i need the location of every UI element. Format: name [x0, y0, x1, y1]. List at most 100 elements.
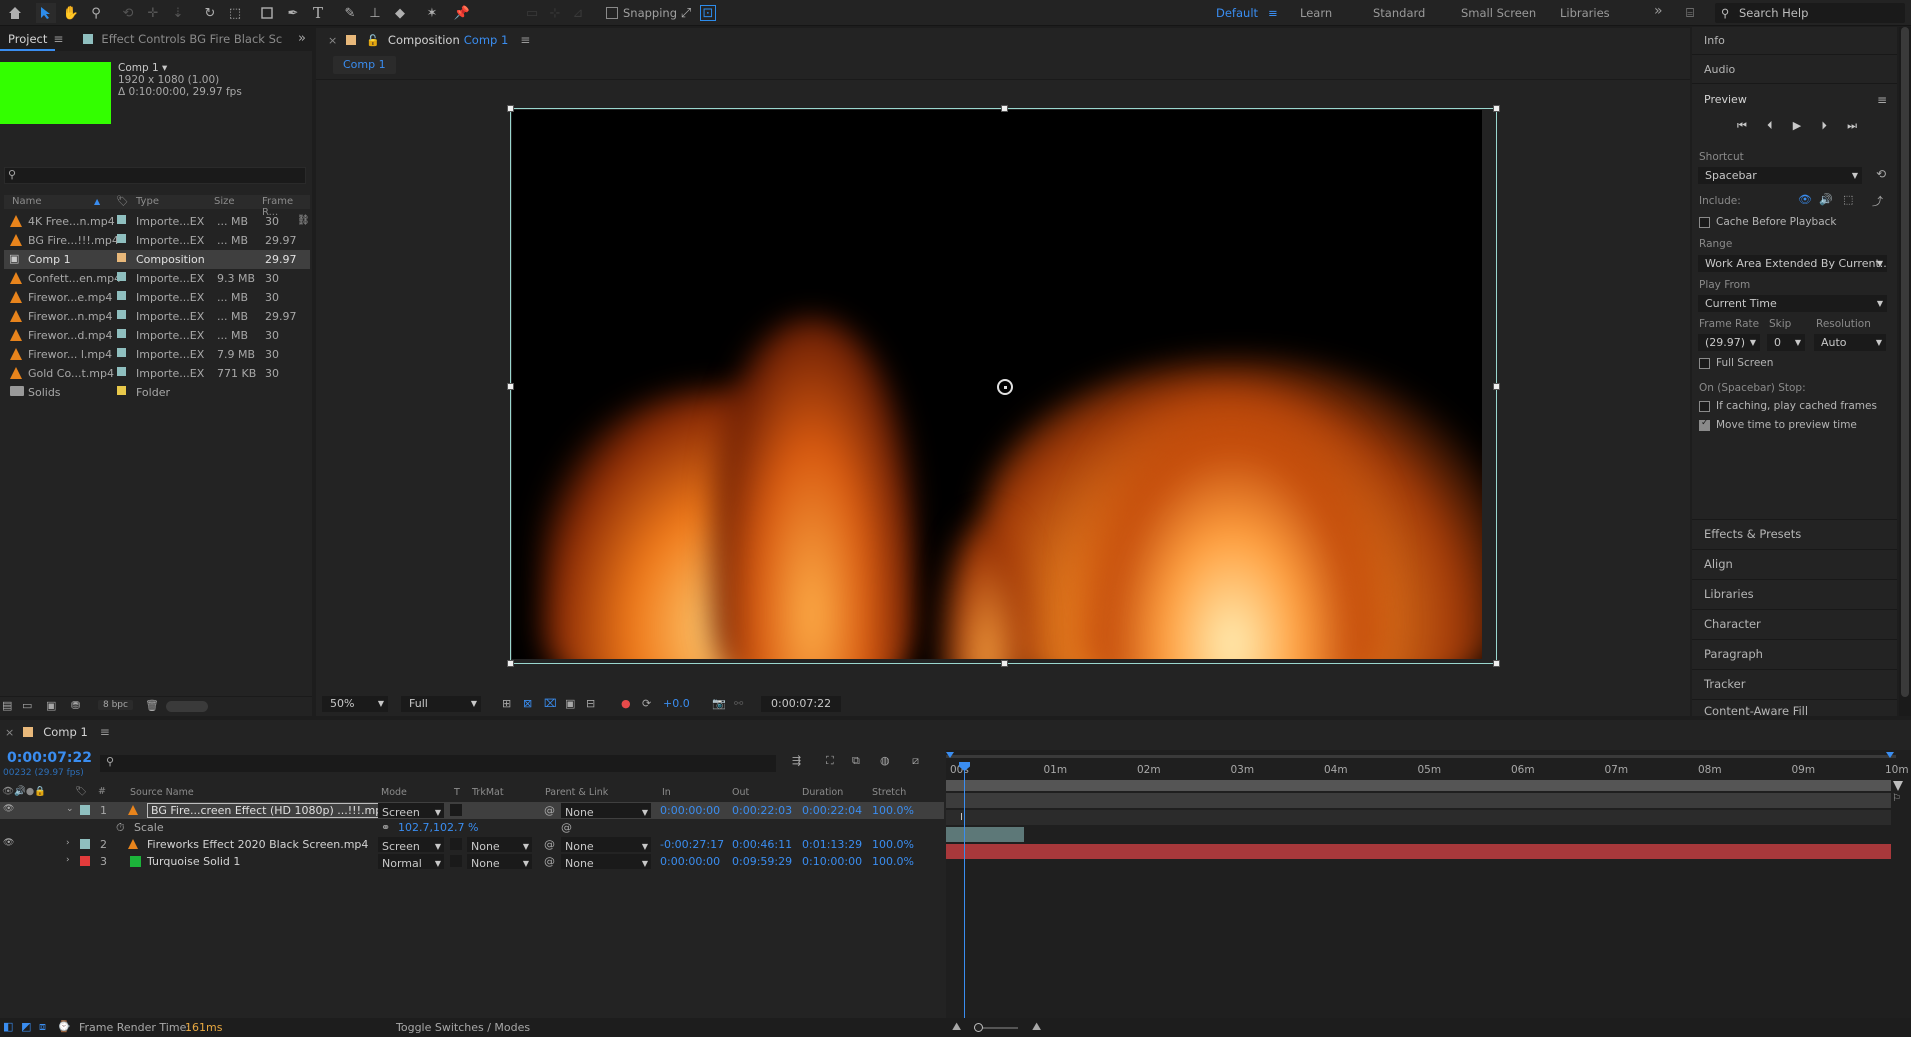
transfer-controls-icon[interactable]: ◩ [21, 1020, 31, 1033]
project-menu-icon[interactable]: ≡ [53, 32, 63, 46]
workspace-standard[interactable]: Standard [1373, 6, 1425, 20]
magnification-select[interactable]: 50% ▼ [322, 696, 388, 712]
pickwhip-icon[interactable]: @ [544, 804, 555, 817]
snapshot-icon[interactable]: 📷 [712, 697, 726, 710]
frame-blending-icon[interactable]: ◍ [880, 754, 890, 767]
type-tool-icon[interactable]: T [308, 3, 328, 23]
grid-guides-icon[interactable]: ⊟ [586, 697, 595, 710]
time-ruler[interactable]: 00s 01m 02m 03m 04m 05m 06m 07m 08m 09m 10m [946, 758, 1911, 780]
work-area-end-marker[interactable] [1893, 781, 1903, 791]
resolution-select-preview[interactable]: Auto ▼ [1814, 334, 1886, 351]
timeline-menu-icon[interactable]: ≡ [100, 725, 110, 739]
axis-local-icon[interactable]: ▭ [522, 3, 542, 23]
orbit-camera-icon[interactable]: ⟲ [118, 3, 138, 23]
column-type[interactable]: Type [136, 196, 159, 207]
viewer-menu-icon[interactable]: ≡ [520, 33, 530, 47]
audio-panel-header[interactable]: Audio [1692, 56, 1897, 84]
constrain-proportions-icon[interactable]: ⚭ [381, 821, 390, 834]
timeline-search-input[interactable]: ⚲ [100, 755, 776, 772]
stopwatch-icon[interactable]: ⏱ [116, 821, 125, 835]
brush-tool-icon[interactable]: ✎ [340, 3, 360, 23]
timeline-track-area[interactable]: 00s 01m 02m 03m 04m 05m 06m 07m 08m 09m 10m I ⚐ [946, 750, 1911, 1018]
include-overlays-icon[interactable]: ⬚ [1843, 193, 1853, 206]
hand-tool-icon[interactable]: ✋ [61, 3, 81, 23]
preserve-transparency-toggle[interactable] [450, 855, 462, 867]
pan-camera-icon[interactable]: ✛ [143, 3, 163, 23]
content-aware-fill-panel[interactable]: Content-Aware Fill [1692, 699, 1897, 716]
shortcut-select[interactable]: Spacebar ▼ [1698, 167, 1862, 184]
transform-handle[interactable] [1493, 660, 1500, 667]
fast-previews-icon[interactable]: ⊞ [502, 697, 511, 710]
paragraph-panel[interactable]: Paragraph [1692, 639, 1897, 668]
layer-3-bar[interactable] [946, 844, 1891, 859]
workspace-menu-icon[interactable]: ≡ [1268, 6, 1278, 20]
trkmat-select[interactable]: None ▼ [467, 854, 532, 870]
snap-edges-icon[interactable]: ⤢ [676, 3, 696, 23]
mode-select[interactable]: Screen ▼ [378, 837, 444, 853]
workspace-overflow[interactable]: » [1654, 3, 1663, 19]
project-item[interactable]: Solids Folder [4, 383, 310, 402]
skip-select[interactable]: 0 ▼ [1767, 334, 1805, 351]
preview-menu-icon[interactable]: ≡ [1877, 93, 1887, 107]
mode-select[interactable]: Normal ▼ [378, 854, 444, 870]
info-panel-header[interactable]: Info [1692, 27, 1897, 55]
libraries-panel[interactable]: Libraries [1692, 579, 1897, 608]
layer-in[interactable]: -0:00:27:17 [660, 838, 724, 851]
parent-select[interactable]: None ▼ [561, 854, 651, 870]
cache-before-playback-checkbox[interactable] [1699, 217, 1710, 228]
include-export-icon[interactable]: ⤴ [1872, 193, 1883, 209]
column-size[interactable]: Size [214, 196, 235, 207]
if-caching-checkbox[interactable] [1699, 401, 1710, 412]
last-frame-icon[interactable]: ⏭ [1847, 119, 1857, 133]
close-tab-icon[interactable]: × [328, 34, 337, 47]
thumbnail-slider[interactable] [166, 701, 208, 712]
new-folder-icon[interactable]: ▭ [22, 699, 32, 712]
snapping-checkbox[interactable] [606, 7, 618, 19]
preserve-transparency-toggle[interactable] [450, 838, 462, 850]
channel-icon[interactable]: ● [621, 697, 631, 710]
interpret-footage-icon[interactable]: ▤ [2, 699, 12, 712]
transform-handle[interactable] [1001, 660, 1008, 667]
pen-tool-icon[interactable]: ✒ [283, 3, 303, 23]
close-tab-icon[interactable]: × [5, 726, 14, 739]
layer-row[interactable]: › 3 Turquoise Solid 1 Normal ▼ None ▼ @ None ▼ 0:0… [0, 853, 944, 870]
label-column-icon[interactable]: 🏷 [116, 196, 129, 207]
search-help-input[interactable]: ⚲ Search Help [1715, 3, 1905, 23]
eye-icon[interactable]: 👁 [3, 838, 14, 848]
zoom-out-icon[interactable]: ⛰ [952, 1020, 961, 1034]
align-panel[interactable]: Align [1692, 549, 1897, 578]
shy-icon[interactable]: ⧉ [852, 754, 860, 768]
project-overflow[interactable]: » [298, 31, 306, 46]
expand-arrow-icon[interactable]: › [66, 838, 70, 848]
parent-select[interactable]: None ▼ [561, 803, 651, 819]
zoom-slider[interactable] [974, 1023, 1018, 1032]
layer-in[interactable]: 0:00:00:00 [660, 855, 720, 868]
transform-handle[interactable] [507, 383, 514, 390]
tracker-panel[interactable]: Tracker [1692, 669, 1897, 698]
include-video-icon[interactable]: 👁 [1798, 193, 1812, 206]
lock-icon[interactable]: 🔓 [366, 34, 380, 47]
viewer-tab-comp[interactable]: Comp 1 [464, 33, 509, 47]
comment-icon[interactable]: ⚐ [1892, 793, 1901, 804]
layer-stretch[interactable]: 100.0% [872, 855, 914, 868]
region-of-interest-icon[interactable]: ▣ [565, 697, 575, 710]
layer-out[interactable]: 0:00:22:03 [732, 804, 792, 817]
next-frame-icon[interactable]: ⏵ [1821, 119, 1827, 133]
workspace-libraries[interactable]: Libraries [1560, 6, 1610, 20]
project-item[interactable]: Firewor...e.mp4 Importe...EX ... MB 30 [4, 288, 310, 307]
project-item[interactable]: Firewor... l.mp4 Importe...EX 7.9 MB 30 [4, 345, 310, 364]
layer-stretch[interactable]: 100.0% [872, 804, 914, 817]
tab-project[interactable]: Project [0, 27, 56, 51]
pan-behind-icon[interactable]: ⬚ [225, 3, 245, 23]
trash-icon[interactable]: 🗑 [145, 699, 159, 712]
show-snapshot-icon[interactable]: ⚯ [734, 697, 743, 710]
project-item[interactable]: Gold Co...t.mp4 Importe...EX 771 KB 30 [4, 364, 310, 383]
mask-visibility-icon[interactable]: ⌧ [544, 697, 557, 710]
layer-row[interactable]: 👁 › 2 Fireworks Effect 2020 Black Screen.mp… [0, 836, 944, 853]
layer-duration[interactable]: 0:00:22:04 [802, 804, 862, 817]
axis-view-icon[interactable]: ⊿ [568, 3, 588, 23]
reset-exposure-icon[interactable]: ⟳ [642, 697, 651, 710]
layer-in[interactable]: 0:00:00:00 [660, 804, 720, 817]
layer-switch-icon[interactable]: ◧ [3, 1020, 13, 1033]
move-time-checkbox[interactable]: ✓ [1699, 418, 1710, 431]
